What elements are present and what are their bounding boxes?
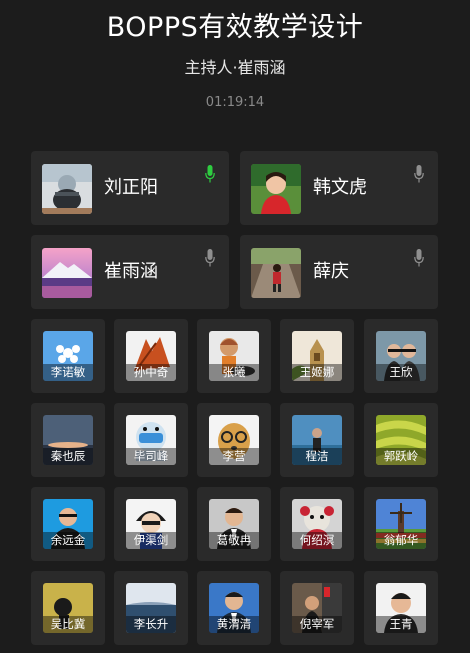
avatar (251, 164, 301, 214)
featured-participant-card[interactable]: 崔雨涵 (31, 235, 229, 309)
meeting-title: BOPPS有效教学设计 (106, 12, 364, 43)
participant-tile[interactable]: 王青 (364, 571, 438, 645)
participant-name: 王姬娜 (292, 364, 342, 381)
participant-name: 翁郁华 (376, 532, 426, 549)
participant-tile[interactable]: 王欣 (364, 319, 438, 393)
participant-tile[interactable]: 毕司峰 (114, 403, 188, 477)
participant-name: 秦也辰 (43, 448, 93, 465)
featured-participant-card[interactable]: 薛庆 (240, 235, 438, 309)
avatar (42, 248, 92, 298)
participant-tile[interactable]: 李长升 (114, 571, 188, 645)
avatar (42, 164, 92, 214)
participant-tile[interactable]: 倪宰军 (280, 571, 354, 645)
mic-muted-icon[interactable] (414, 165, 424, 183)
participant-name: 孙中奇 (126, 364, 176, 381)
mic-muted-icon[interactable] (414, 249, 424, 267)
participant-tile[interactable]: 吴比冀 (31, 571, 105, 645)
participant-tile[interactable]: 黄渭清 (197, 571, 271, 645)
participant-tile[interactable]: 程洁 (280, 403, 354, 477)
participant-name: 薛庆 (313, 261, 349, 282)
participant-name: 倪宰军 (292, 616, 342, 633)
participant-name: 程洁 (292, 448, 342, 465)
participant-name: 何绍溟 (292, 532, 342, 549)
participant-name: 郭跃岭 (376, 448, 426, 465)
participant-name: 王欣 (376, 364, 426, 381)
participant-name: 葛敬冉 (209, 532, 259, 549)
participant-name: 张曦 (209, 364, 259, 381)
mic-active-icon[interactable] (205, 165, 215, 183)
participant-tile[interactable]: 余远金 (31, 487, 105, 561)
participant-name: 黄渭清 (209, 616, 259, 633)
participant-name: 李营 (209, 448, 259, 465)
participant-name: 伊渠剑 (126, 532, 176, 549)
participant-tile[interactable]: 何绍溟 (280, 487, 354, 561)
participant-name: 余远金 (43, 532, 93, 549)
avatar (251, 248, 301, 298)
participant-name: 李长升 (126, 616, 176, 633)
participant-tile[interactable]: 李诺敏 (31, 319, 105, 393)
participant-name: 毕司峰 (126, 448, 176, 465)
participant-name: 刘正阳 (104, 177, 158, 198)
participant-tile[interactable]: 郭跃岭 (364, 403, 438, 477)
participant-name: 吴比冀 (43, 616, 93, 633)
participant-tile[interactable]: 秦也辰 (31, 403, 105, 477)
featured-participant-card[interactable]: 刘正阳 (31, 151, 229, 225)
participant-tile[interactable]: 翁郁华 (364, 487, 438, 561)
participant-tile[interactable]: 王姬娜 (280, 319, 354, 393)
participant-name: 王青 (376, 616, 426, 633)
participant-tile[interactable]: 张曦 (197, 319, 271, 393)
participant-name: 韩文虎 (313, 177, 367, 198)
participant-name: 崔雨涵 (104, 261, 158, 282)
featured-participant-card[interactable]: 韩文虎 (240, 151, 438, 225)
mic-muted-icon[interactable] (205, 249, 215, 267)
participant-tile[interactable]: 伊渠剑 (114, 487, 188, 561)
participant-tile[interactable]: 葛敬冉 (197, 487, 271, 561)
participant-tile[interactable]: 李营 (197, 403, 271, 477)
meeting-timer: 01:19:14 (205, 95, 265, 110)
participant-tile[interactable]: 孙中奇 (114, 319, 188, 393)
meeting-host: 主持人·崔雨涵 (184, 58, 286, 77)
participant-name: 李诺敏 (43, 364, 93, 381)
